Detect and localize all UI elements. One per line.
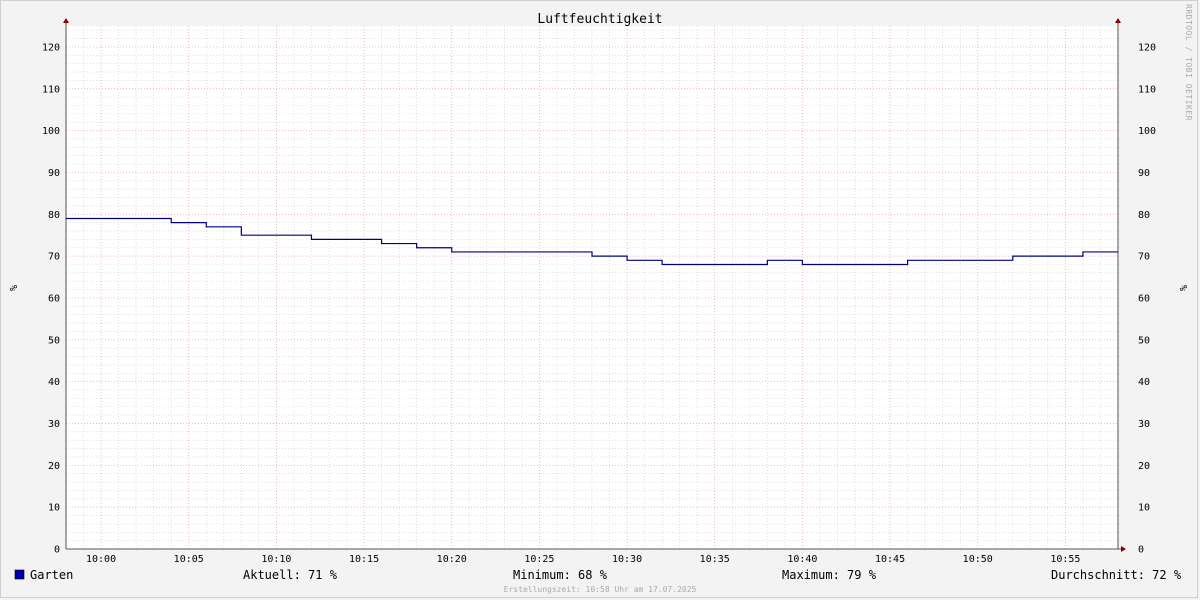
x-ticks: 10:00 10:05 10:10 10:15 10:20 10:25 10:30 10:35… [86,554,1080,565]
y-axis-left-arrow [63,18,69,23]
x-tick-label: 10:20 [437,554,467,565]
y-tick-label-right: 0 [1138,545,1144,556]
x-tick-label: 10:15 [349,554,379,565]
y-tick-label-right: 50 [1138,335,1150,346]
x-tick-label: 10:05 [174,554,204,565]
x-tick-label: 10:55 [1050,554,1080,565]
legend-label-garten: Garten [30,568,73,582]
y-tick-label-left: 30 [48,419,60,430]
y-axis-label-left: % [7,285,18,291]
y-tick-label-left: 60 [48,293,60,304]
x-tick-label: 10:50 [963,554,993,565]
humidity-chart: Luftfeuchtigkeit % % RRDTOOL / TOBI OETI… [7,4,1193,594]
y-tick-label-left: 40 [48,377,60,388]
x-tick-label: 10:30 [612,554,642,565]
y-tick-label-right: 40 [1138,377,1150,388]
x-axis-arrow [1121,546,1126,552]
y-tick-label-right: 30 [1138,419,1150,430]
y-tick-label-right: 110 [1138,84,1156,95]
y-tick-label-left: 0 [54,545,60,556]
legend-swatch-garten [14,569,25,580]
y-tick-label-left: 20 [48,461,60,472]
y-tick-label-left: 70 [48,252,60,263]
y-tick-label-right: 100 [1138,126,1156,137]
y-tick-label-right: 80 [1138,210,1150,221]
y-axis-right-arrow [1115,18,1121,23]
y-tick-label-left: 100 [42,126,60,137]
y-tick-label-right: 20 [1138,461,1150,472]
y-tick-label-right: 60 [1138,293,1150,304]
y-tick-label-right: 120 [1138,42,1156,53]
x-tick-label: 10:25 [524,554,554,565]
x-tick-label: 10:40 [787,554,817,565]
rrdtool-watermark: RRDTOOL / TOBI OETIKER [1184,4,1193,121]
y-axis-label-right: % [1177,285,1188,291]
stat-item: Maximum: 79 % [782,568,877,582]
x-tick-label: 10:00 [86,554,116,565]
stat-item: Durchschnitt: 72 % [1051,568,1182,582]
y-ticks-left: 0 10 20 30 40 50 60 70 80 90 100 110 120 [42,42,60,555]
stats-row: Aktuell: 71 % Minimum: 68 % Maximum: 79 % D… [243,568,1182,582]
stat-item: Aktuell: 71 % [243,568,338,582]
y-tick-label-left: 90 [48,168,60,179]
y-tick-label-right: 70 [1138,252,1150,263]
x-tick-label: 10:10 [261,554,291,565]
y-tick-label-right: 10 [1138,503,1150,514]
stat-item: Minimum: 68 % [513,568,608,582]
creation-time-footer: Erstellungszeit: 10:58 Uhr am 17.07.2025 [504,585,697,594]
y-tick-label-left: 110 [42,84,60,95]
y-ticks-right: 0 10 20 30 40 50 60 70 80 90 100 110 120 [1138,42,1156,555]
y-tick-label-left: 50 [48,335,60,346]
chart-title: Luftfeuchtigkeit [537,12,662,27]
minor-grid [65,26,1119,549]
y-tick-label-left: 80 [48,210,60,221]
legend: Garten [14,568,73,582]
x-tick-label: 10:45 [875,554,905,565]
y-tick-label-left: 10 [48,503,60,514]
y-tick-label-left: 120 [42,42,60,53]
y-tick-label-right: 90 [1138,168,1150,179]
x-tick-label: 10:35 [700,554,730,565]
